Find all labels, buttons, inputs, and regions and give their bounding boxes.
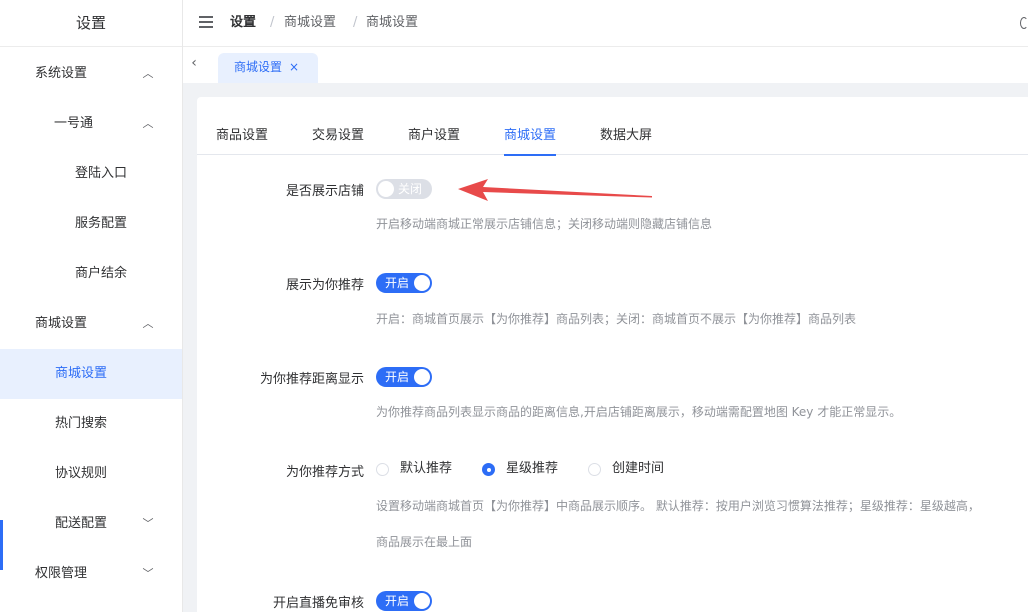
tab-tag-mall-settings[interactable]: 商城设置 × [218, 53, 318, 83]
sidebar: 设置 系统设置 ︿ 一号通 ︿ 登陆入口 服务配置 商户结余 商城设置 ︿ 商城… [0, 0, 183, 612]
tab-product-settings[interactable]: 商品设置 [216, 97, 268, 155]
scroll-indicator [0, 520, 3, 570]
breadcrumb-root[interactable]: 设置 [230, 0, 256, 47]
switch-knob [414, 369, 430, 385]
sidebar-title: 设置 [0, 0, 182, 47]
chevron-up-icon: ︿ [142, 317, 154, 330]
switch-text: 开启 [385, 594, 410, 608]
sidebar-item-label: 登陆入口 [75, 166, 128, 181]
radio-label: 星级推荐 [506, 461, 559, 476]
sidebar-item-delivery-config[interactable]: 配送配置 ﹀ [0, 499, 182, 549]
show-store-hint: 开启移动端商城正常展示店铺信息；关闭移动端则隐藏店铺信息 [376, 217, 713, 231]
sidebar-item-mall-settings-group[interactable]: 商城设置 ︿ [0, 299, 182, 349]
method-label: 为你推荐方式 [285, 465, 364, 480]
sidebar-item-label: 热门搜索 [55, 416, 108, 431]
chevron-down-icon: ﹀ [142, 567, 154, 580]
show-store-switch[interactable]: 关闭 [376, 179, 432, 199]
sidebar-item-hot-search[interactable]: 热门搜索 [0, 399, 182, 449]
annotation-arrow-icon [458, 179, 652, 201]
sidebar-item-label: 一号通 [54, 116, 94, 131]
sidebar-item-label: 服务配置 [75, 216, 128, 231]
sidebar-item-service-config[interactable]: 服务配置 [0, 199, 182, 249]
show-store-label: 是否展示店铺 [285, 184, 364, 199]
radio-circle [588, 463, 601, 476]
switch-text: 关闭 [398, 182, 423, 196]
breadcrumb-separator: / [270, 15, 275, 30]
chevron-down-icon: ﹀ [142, 517, 154, 530]
sidebar-item-label: 商城设置 [55, 366, 108, 381]
sidebar-item-merchant-balance[interactable]: 商户结余 [0, 249, 182, 299]
sidebar-item-label: 配送配置 [55, 516, 108, 531]
close-icon[interactable]: × [289, 53, 299, 81]
breadcrumb-current: 商城设置 [366, 15, 419, 30]
live-label: 开启直播免审核 [272, 596, 364, 611]
menu-fold-icon[interactable] [199, 16, 213, 30]
sidebar-item-label: 商城设置 [35, 316, 88, 331]
sidebar-item-yihaotong[interactable]: 一号通 ︿ [0, 99, 182, 149]
method-hint-line1: 设置移动端商城首页【为你推荐】中商品展示顺序。 默认推荐：按用户浏览习惯算法推荐… [376, 499, 980, 513]
tab-mall-settings[interactable]: 商城设置 [504, 97, 557, 156]
distance-hint: 为你推荐商品列表显示商品的距离信息,开启店铺距离展示，移动端需配置地图 Key … [376, 405, 902, 419]
radio-label: 创建时间 [612, 461, 665, 476]
chevron-left-icon[interactable]: ‹ [187, 55, 201, 71]
method-radio-group: 默认推荐 星级推荐 创建时间 [376, 459, 776, 479]
search-icon[interactable] [1020, 17, 1028, 29]
switch-knob [414, 275, 430, 291]
settings-tabs: 商品设置 交易设置 商户设置 商城设置 数据大屏 [197, 97, 1028, 156]
breadcrumb-separator: / [353, 15, 358, 30]
sidebar-item-permission[interactable]: 权限管理 ﹀ [0, 549, 182, 599]
switch-text: 开启 [385, 276, 410, 290]
radio-label: 默认推荐 [400, 461, 453, 476]
tag-bar: ‹ 商城设置 × [183, 47, 1028, 83]
sidebar-item-label: 权限管理 [35, 566, 88, 581]
tab-merchant-settings[interactable]: 商户设置 [408, 97, 460, 155]
sidebar-item-label: 协议规则 [55, 466, 108, 481]
tab-data-screen[interactable]: 数据大屏 [600, 97, 652, 155]
recommend-hint: 开启：商城首页展示【为你推荐】商品列表；关闭：商城首页不展示【为你推荐】商品列表 [376, 312, 857, 326]
tag-label: 商城设置 [234, 60, 283, 74]
switch-knob [414, 593, 430, 609]
sidebar-item-label: 商户结余 [75, 266, 128, 281]
chevron-up-icon: ︿ [142, 67, 154, 80]
tab-trade-settings[interactable]: 交易设置 [312, 97, 364, 155]
radio-circle [376, 463, 389, 476]
sidebar-item-system-settings[interactable]: 系统设置 ︿ [0, 49, 182, 99]
active-tab-underline [504, 154, 557, 156]
recommend-label: 展示为你推荐 [285, 278, 364, 293]
breadcrumb-item[interactable]: 商城设置 [284, 0, 336, 47]
sidebar-item-mall-settings[interactable]: 商城设置 [0, 349, 182, 399]
method-hint-line2: 商品展示在最上面 [376, 535, 473, 549]
radio-circle [482, 463, 495, 476]
sidebar-item-login-entry[interactable]: 登陆入口 [0, 149, 182, 199]
sidebar-item-agreement-rules[interactable]: 协议规则 [0, 449, 182, 499]
tab-label: 商城设置 [504, 128, 557, 143]
settings-panel: 商品设置 交易设置 商户设置 商城设置 数据大屏 是否展示店铺 关闭 开启移动端… [197, 97, 1028, 612]
distance-switch[interactable]: 开启 [376, 367, 432, 387]
chevron-up-icon: ︿ [142, 117, 154, 130]
switch-knob [378, 181, 394, 197]
switch-text: 开启 [385, 370, 410, 384]
sidebar-item-label: 系统设置 [35, 66, 88, 81]
live-switch[interactable]: 开启 [376, 591, 432, 611]
distance-label: 为你推荐距离显示 [259, 372, 364, 387]
recommend-switch[interactable]: 开启 [376, 273, 432, 293]
top-header: 设置 / 商城设置 / 商城设置 [183, 0, 1028, 47]
